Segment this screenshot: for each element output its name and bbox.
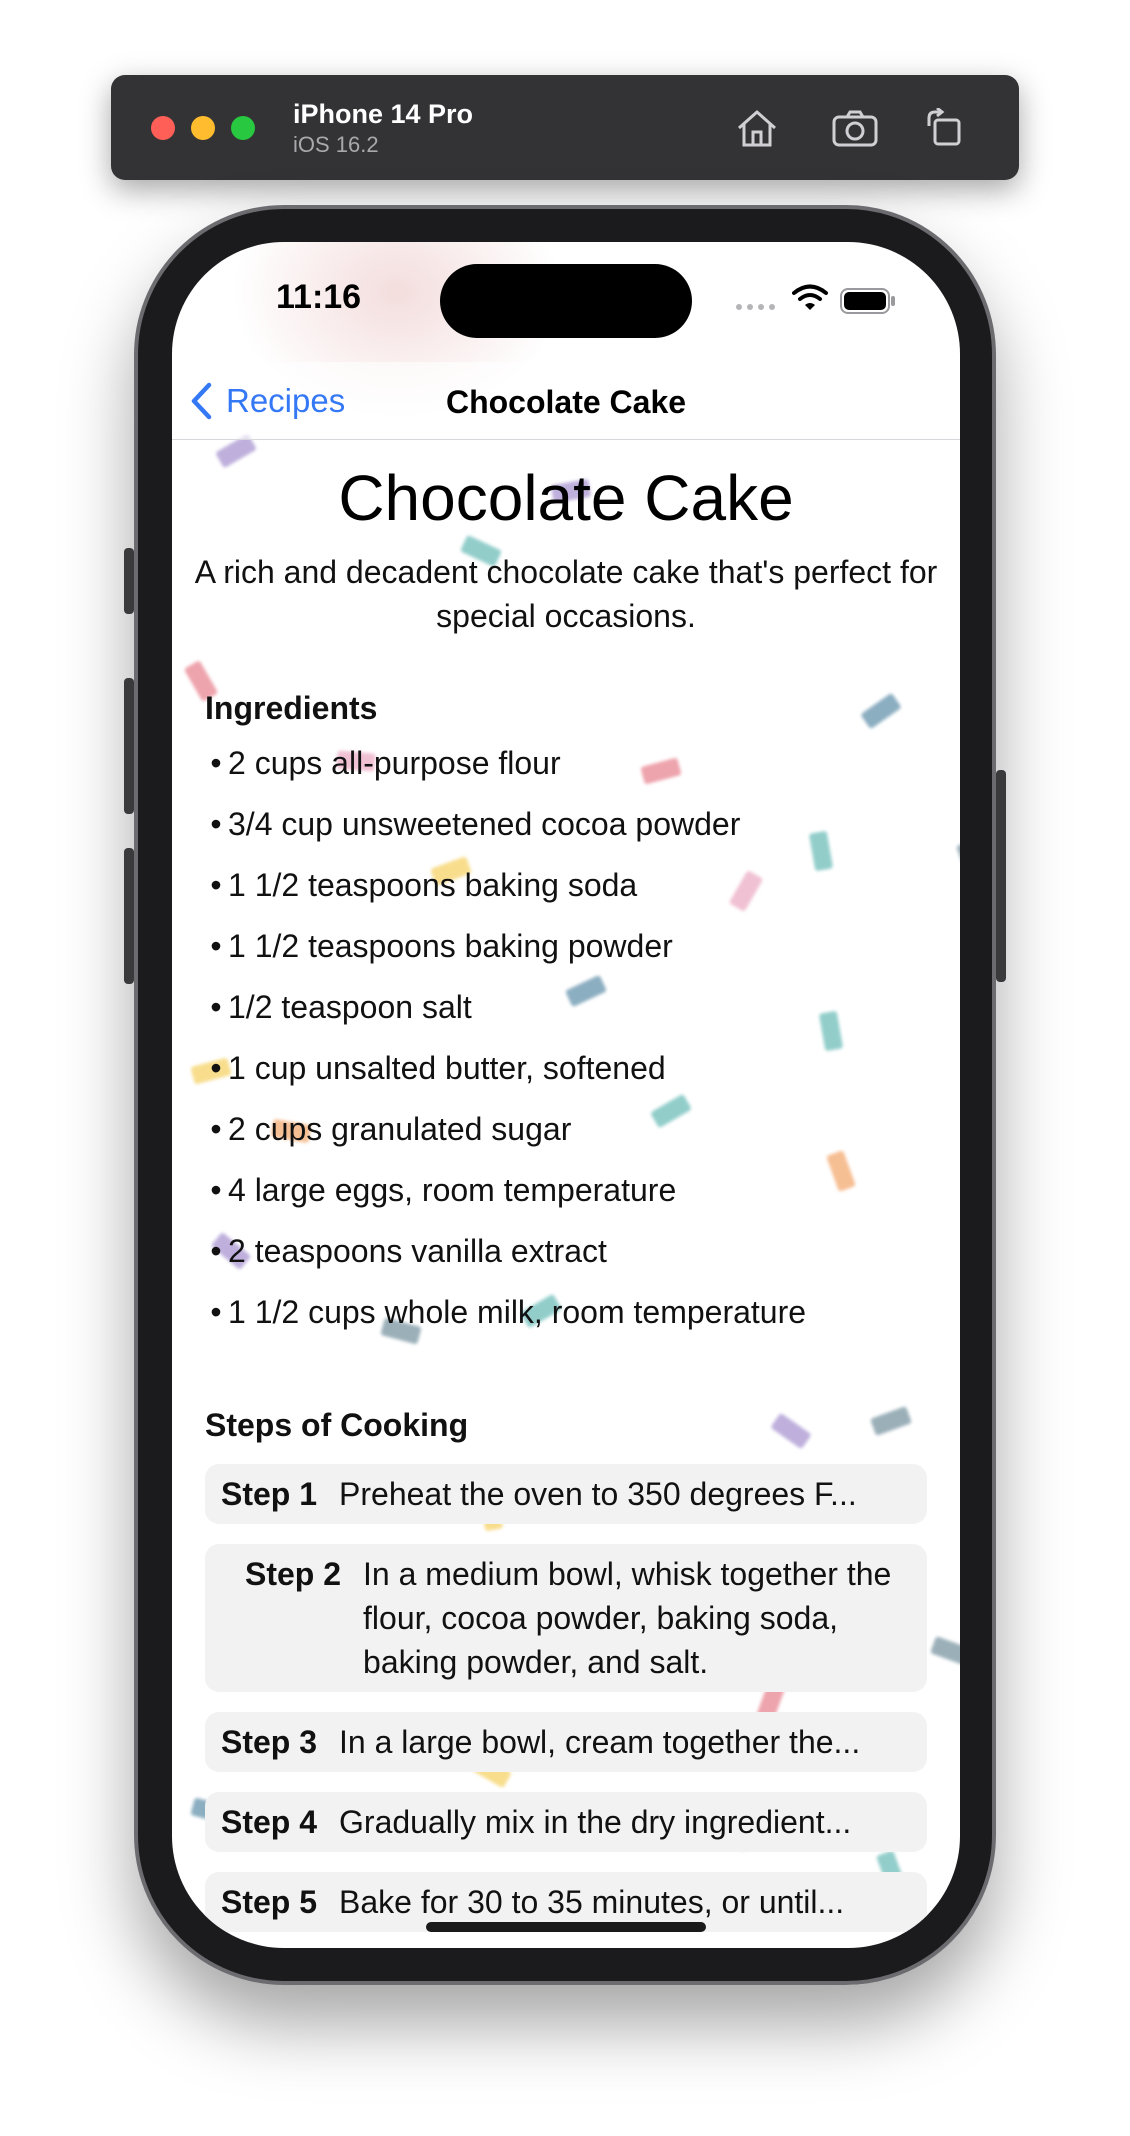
step-text: Preheat the oven to 350 degrees F... [339,1476,857,1512]
ingredient-item: • 1 cup unsalted butter, softened [204,1046,960,1107]
battery-icon [840,288,896,319]
step-row[interactable]: Step 1 Preheat the oven to 350 degrees F.… [205,1464,927,1524]
home-indicator[interactable] [426,1922,706,1932]
power-button[interactable] [996,770,1006,982]
ingredient-text: 1 1/2 cups whole milk, room temperature [228,1294,807,1330]
screenshot-icon [832,110,878,147]
bullet-icon: • [210,1294,222,1330]
step-text: In a medium bowl, whisk together the flo… [363,1556,892,1680]
bullet-icon: • [210,928,222,964]
home-icon [738,110,776,147]
rotate-button[interactable] [919,102,971,154]
step-number: Step 3 [221,1724,318,1760]
step-number: Step 4 [221,1804,318,1840]
ingredient-item: • 2 cups all-purpose flour [204,741,960,802]
ingredient-item: • 1 1/2 teaspoons baking soda [204,863,960,924]
device-name: iPhone 14 Pro [293,99,474,129]
ingredient-text: 2 cups all-purpose flour [228,745,561,781]
ingredient-text: 1 1/2 teaspoons baking powder [228,928,673,964]
step-row[interactable]: Step 3 In a large bowl, cream together th… [205,1712,927,1772]
minimize-window-button[interactable] [191,116,215,140]
navigation-bar: Recipes Chocolate Cake [172,362,960,440]
step-row[interactable]: Step 2 In a medium bowl, whisk together t… [205,1544,927,1692]
home-button[interactable] [731,102,783,154]
step-number: Step 5 [221,1884,318,1920]
volume-down-button[interactable] [124,848,134,984]
step-row[interactable]: Step 4 Gradually mix in the dry ingredien… [205,1792,927,1852]
screenshot-button[interactable] [829,102,881,154]
step-text: Bake for 30 to 35 minutes, or until... [339,1884,845,1920]
ingredients-list: • 2 cups all-purpose flour • 3/4 cup unswee… [172,741,960,1351]
ingredient-item: • 3/4 cup unsweetened cocoa powder [204,802,960,863]
wifi-icon [792,284,828,317]
ingredient-item: • 4 large eggs, room temperature [204,1168,960,1229]
bullet-icon: • [210,1050,222,1086]
ingredient-text: 2 cups granulated sugar [228,1111,572,1147]
bullet-icon: • [210,1111,222,1147]
ingredients-heading: Ingredients [205,690,378,726]
steps-list: Step 1 Preheat the oven to 350 degrees F.… [172,1464,960,1932]
recipe-title: Chocolate Cake [338,462,794,534]
ingredient-item: • 1 1/2 teaspoons baking powder [204,924,960,985]
phone-screen: 11:16 Recipes Chocolate Cake Chocolate C… [172,242,960,1948]
simulator-toolbar: iPhone 14 Pro iOS 16.2 [111,75,1019,180]
step-text: Gradually mix in the dry ingredient... [339,1804,852,1840]
step-number: Step 2 [245,1556,342,1592]
ingredient-text: 1 cup unsalted butter, softened [228,1050,666,1086]
ingredient-text: 3/4 cup unsweetened cocoa powder [228,806,741,842]
zoom-window-button[interactable] [231,116,255,140]
ingredient-item: • 2 cups granulated sugar [204,1107,960,1168]
step-text: In a large bowl, cream together the... [339,1724,861,1760]
rotate-icon [927,108,961,146]
dynamic-island [440,264,692,338]
os-version: iOS 16.2 [293,132,379,157]
cellular-dots-icon [736,304,775,310]
bullet-icon: • [210,1172,222,1208]
step-number: Step 1 [221,1476,318,1512]
status-time: 11:16 [276,278,362,316]
bullet-icon: • [210,806,222,842]
ingredient-text: 1/2 teaspoon salt [228,989,472,1025]
recipe-content[interactable]: Chocolate Cake A rich and decadent choco… [172,440,960,1948]
ingredient-text: 2 teaspoons vanilla extract [228,1233,607,1269]
ingredient-item: • 1 1/2 cups whole milk, room temperature [204,1290,960,1351]
nav-title: Chocolate Cake [445,384,687,420]
close-window-button[interactable] [151,116,175,140]
bullet-icon: • [210,1233,222,1269]
bullet-icon: • [210,867,222,903]
steps-heading: Steps of Cooking [205,1407,469,1443]
bullet-icon: • [210,745,222,781]
ingredient-item: • 1/2 teaspoon salt [204,985,960,1046]
ingredient-text: 4 large eggs, room temperature [228,1172,677,1208]
silent-switch[interactable] [124,548,134,614]
volume-up-button[interactable] [124,678,134,814]
ingredient-item: • 2 teaspoons vanilla extract [204,1229,960,1290]
ingredient-text: 1 1/2 teaspoons baking soda [228,867,638,903]
recipe-description: A rich and decadent chocolate cake that'… [194,554,938,634]
bullet-icon: • [210,989,222,1025]
